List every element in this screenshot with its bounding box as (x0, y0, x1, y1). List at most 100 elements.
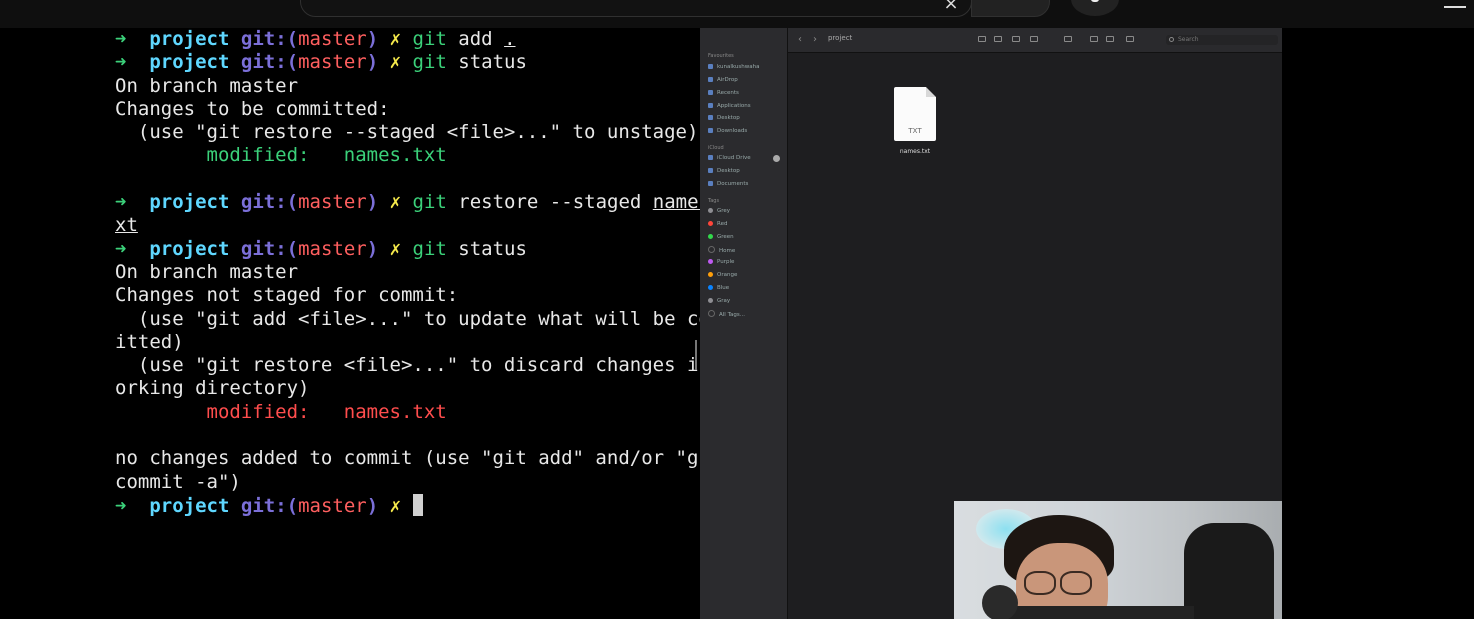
tag-icon[interactable] (1106, 36, 1114, 42)
clear-search-icon[interactable]: × (936, 0, 966, 14)
sidebar-item-label: Purple (717, 259, 735, 266)
sidebar-item-label: AirDrop (717, 77, 738, 83)
sidebar-item-label: Applications (717, 103, 751, 109)
sync-progress-icon (773, 155, 780, 162)
applications-icon (708, 103, 713, 108)
document-icon (708, 181, 713, 186)
sidebar-item-label: kunalkushwaha (717, 64, 760, 70)
tag-color-icon (708, 272, 713, 277)
tag-color-icon (708, 310, 715, 318)
microphone (982, 585, 1018, 619)
airdrop-icon (708, 77, 713, 82)
sidebar-item-label: Documents (717, 181, 749, 187)
sidebar-item-label: Green (717, 233, 734, 240)
sidebar-item-label: Downloads (717, 128, 748, 134)
window-title: project (828, 34, 853, 42)
sidebar-item-label: Home (719, 248, 736, 255)
sidebar-tag-item[interactable]: Blue (708, 284, 730, 291)
sidebar-item-label: Orange (717, 272, 738, 278)
voice-search-button[interactable] (1071, 0, 1119, 16)
webcam-overlay (954, 501, 1282, 619)
glasses-left (1024, 571, 1056, 595)
sidebar-item-label: Red (717, 220, 728, 227)
glasses-right (1060, 571, 1092, 595)
finder-search-input[interactable]: Search (1166, 35, 1278, 45)
column-view-icon[interactable] (1012, 36, 1020, 42)
sidebar-item-label: Desktop (717, 168, 740, 174)
forward-icon[interactable]: › (813, 34, 817, 45)
terminal-line: orking directory) (115, 377, 310, 400)
sidebar-item-label: Grey (717, 208, 731, 214)
microphone-icon (1091, 0, 1099, 2)
sidebar-item-icloud-drive[interactable]: iCloud Drive (708, 155, 751, 161)
search-button[interactable] (971, 0, 1050, 17)
sidebar-item-airdrop[interactable]: AirDrop (708, 77, 738, 83)
file-name-label[interactable]: names.txt (888, 148, 942, 155)
sidebar-item-downloads[interactable]: Downloads (708, 128, 747, 134)
share-icon[interactable] (1090, 36, 1098, 42)
terminal-line: modified: names.txt (115, 400, 447, 423)
menu-icon[interactable] (1444, 0, 1466, 8)
terminal-prompt-line[interactable]: ➜ project git:(master) ✗ (115, 493, 733, 517)
sidebar-tag-item[interactable]: Home (708, 246, 735, 254)
sidebar-item-recents[interactable]: Recents (708, 90, 739, 96)
sidebar-tag-item[interactable]: Purple (708, 259, 734, 265)
icon-view-icon[interactable] (978, 36, 986, 42)
sidebar-item-label: Blue (717, 284, 730, 291)
terminal-window[interactable]: ➜ project git:(master) ✗ git add . ➜ pro… (0, 28, 733, 619)
terminal-line: commit -a") (115, 470, 241, 493)
more-actions-icon[interactable] (1126, 36, 1134, 42)
sidebar-tag-item[interactable]: Red (708, 220, 728, 227)
terminal-line: ➜ project git:(master) ✗ git restore --s… (115, 191, 733, 214)
sidebar-item-desktop[interactable]: Desktop (708, 115, 740, 121)
browser-top-bar: × (0, 0, 1474, 28)
sidebar-item-documents[interactable]: Documents (708, 181, 748, 187)
sidebar-header-tags: Tags (708, 198, 720, 204)
home-icon (708, 64, 713, 69)
download-icon (708, 128, 713, 133)
sidebar-item-label: iCloud Drive (717, 155, 751, 161)
search-placeholder: Search (1178, 36, 1199, 43)
group-icon[interactable] (1064, 36, 1072, 42)
gallery-view-icon[interactable] (1030, 36, 1038, 42)
terminal-scrollbar[interactable] (695, 340, 697, 370)
sidebar-item-label: All Tags... (719, 312, 745, 319)
sidebar-item-home[interactable]: kunalkushwaha (708, 64, 759, 70)
sidebar-tag-item[interactable]: Gray (708, 297, 731, 304)
chair (1184, 523, 1274, 619)
text-cursor (412, 493, 423, 516)
tag-color-icon (708, 297, 713, 303)
desktop-icon (708, 168, 713, 173)
sidebar-tag-item[interactable]: All Tags... (708, 310, 745, 318)
tag-color-icon (708, 284, 713, 290)
page-fold (926, 87, 936, 97)
tag-color-icon (708, 208, 713, 213)
terminal-line: ➜ project git:(master) ✗ git status (115, 237, 527, 260)
terminal-line: ➜ project git:(master) ✗ git status (115, 51, 527, 74)
finder-sidebar: Favourites kunalkushwaha AirDrop Recents… (700, 28, 788, 619)
terminal-line: (use "git add <file>..." to update what … (115, 307, 733, 330)
list-view-icon[interactable] (994, 36, 1002, 42)
cloud-icon (708, 155, 713, 160)
sidebar-item-applications[interactable]: Applications (708, 103, 751, 109)
sidebar-tag-item[interactable]: Orange (708, 272, 737, 278)
sidebar-item-icloud-desktop[interactable]: Desktop (708, 168, 740, 174)
sidebar-item-label: Recents (717, 90, 739, 96)
txt-file-icon[interactable]: TXT (894, 87, 936, 141)
back-icon[interactable]: ‹ (798, 34, 802, 45)
file-extension-label: TXT (908, 127, 922, 135)
search-icon (1169, 37, 1174, 42)
sidebar-tag-item[interactable]: Grey (708, 208, 730, 214)
sidebar-item-label: Gray (717, 297, 731, 304)
tag-color-icon (708, 220, 713, 226)
browser-search-field[interactable] (300, 0, 972, 17)
terminal-line: On branch master (115, 260, 299, 283)
terminal-line: Changes to be committed: (115, 97, 390, 120)
finder-toolbar: ‹ › project Search (788, 28, 1282, 53)
person-shirt (994, 606, 1194, 619)
tag-color-icon (708, 233, 713, 239)
sidebar-tag-item[interactable]: Green (708, 233, 734, 240)
terminal-line: no changes added to commit (use "git add… (115, 447, 722, 470)
sidebar-header-icloud: iCloud (708, 145, 724, 151)
